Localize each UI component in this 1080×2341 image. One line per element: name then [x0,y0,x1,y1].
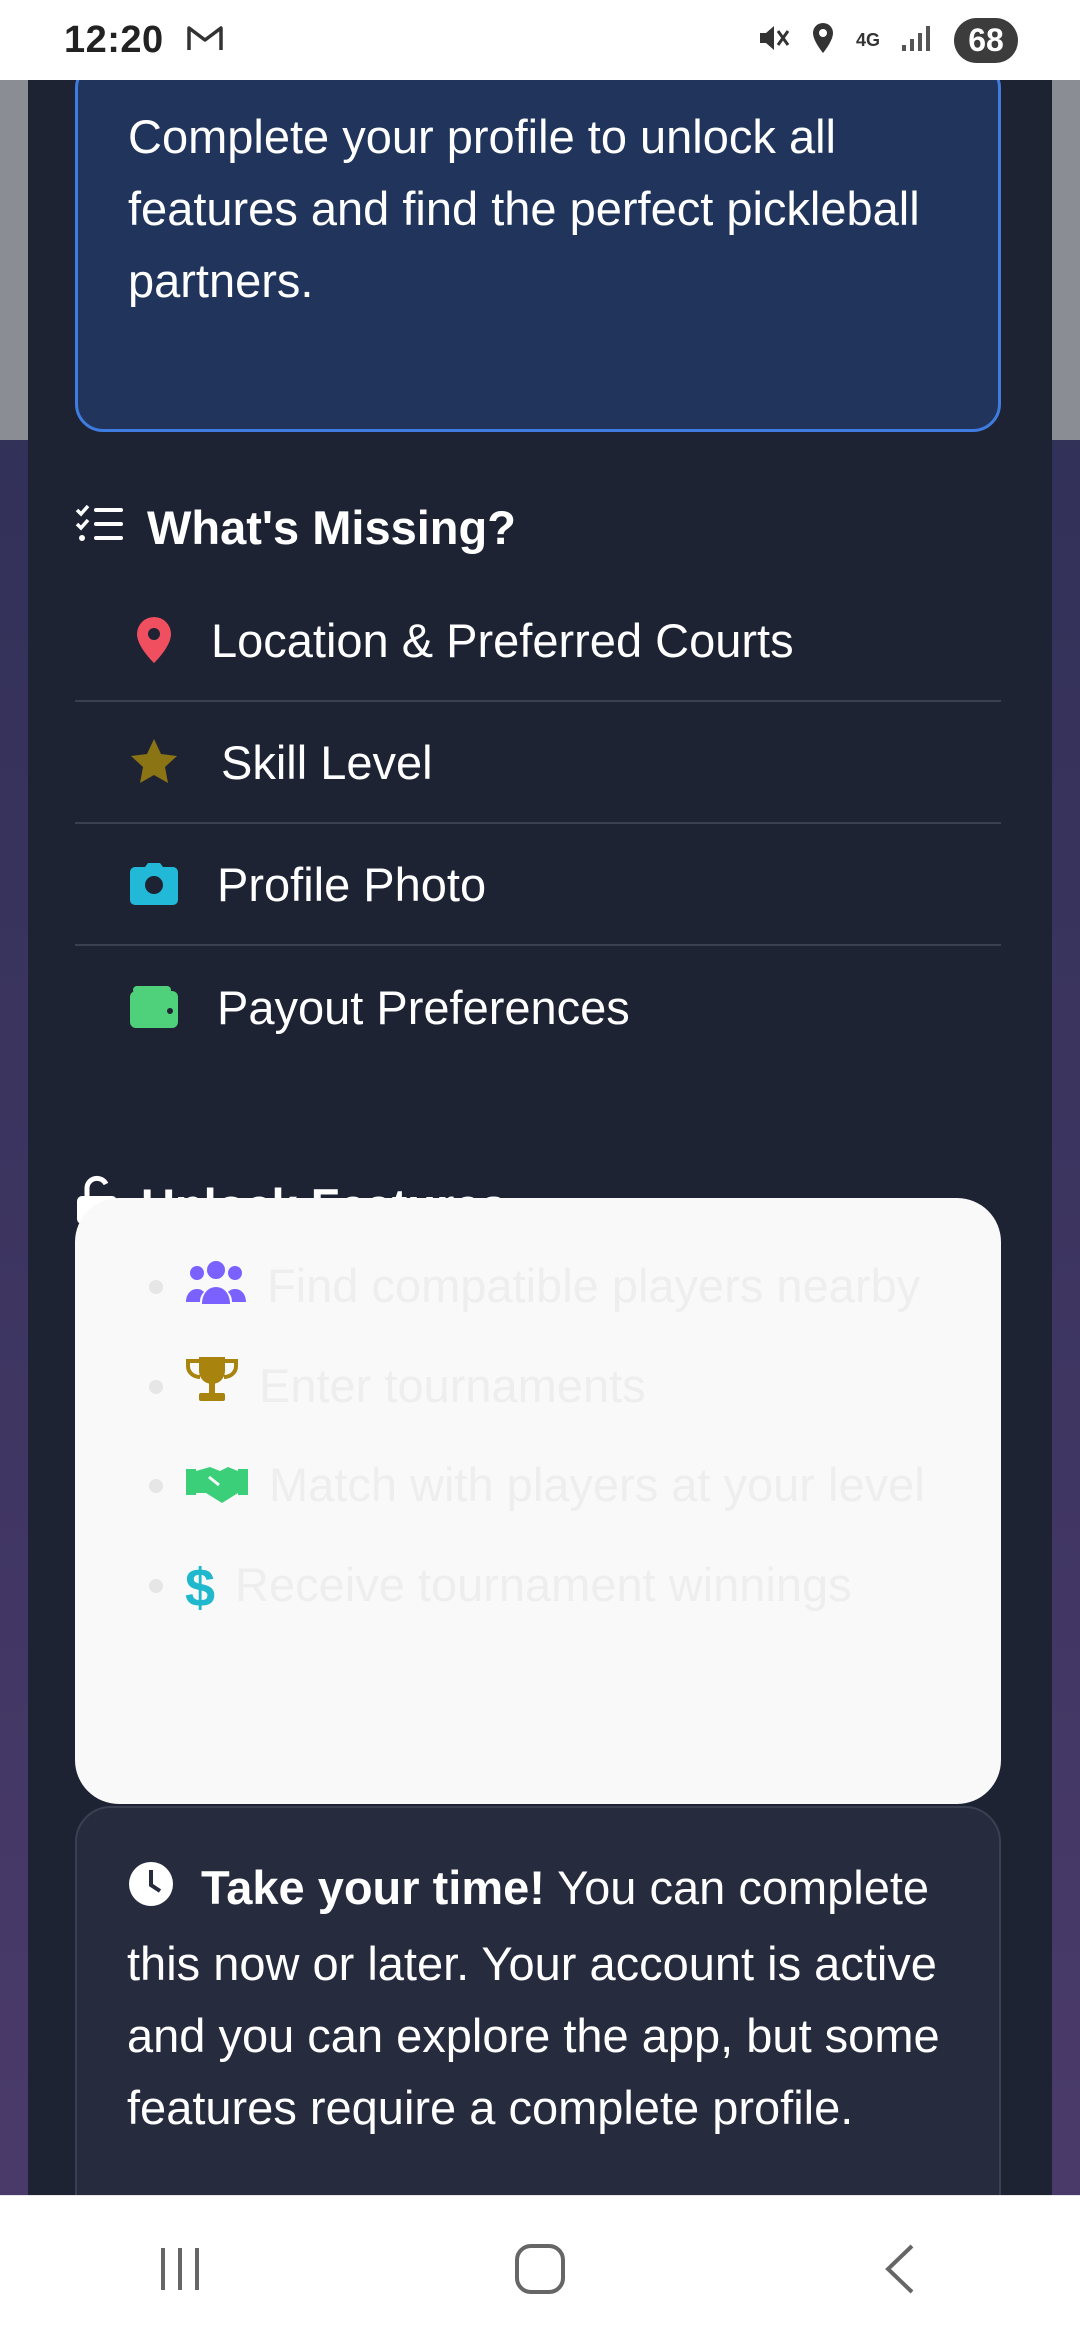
features-list: Find compatible players nearby Enter tou… [149,1250,945,1648]
take-your-time-text: Take your time! You can complete this no… [127,1852,967,2144]
map-pin-icon [119,615,189,665]
recent-apps-button[interactable] [80,2219,280,2319]
intro-callout: Complete your profile to unlock all feat… [75,80,1001,432]
dollar-icon: $ [185,1558,216,1619]
take-your-time-bold: Take your time! [201,1861,545,1914]
home-button[interactable] [440,2219,640,2319]
gmail-icon [186,23,224,58]
bullet [149,1578,163,1593]
intro-text: Complete your profile to unlock all feat… [128,110,920,307]
profile-completion-panel: Complete your profile to unlock all feat… [28,80,1052,2195]
location-icon [810,21,836,60]
bullet [149,1379,163,1394]
missing-list: Location & Preferred Courts Skill Level … [75,580,1001,1068]
clock-icon [127,1856,175,1928]
system-nav-bar [0,2195,1080,2341]
camera-icon [119,862,189,906]
handshake-icon [185,1453,249,1525]
feature-label: Enter tournaments [259,1358,646,1412]
feature-item: $ Receive tournament winnings [149,1549,945,1625]
feature-label: Find compatible players nearby [267,1259,921,1312]
missing-item-label: Profile Photo [217,857,487,911]
back-button[interactable] [800,2219,1000,2319]
feature-item: Match with players at your level [149,1449,945,1525]
home-icon [515,2243,565,2294]
status-bar: 12:20 4G 68 [0,0,1080,80]
mute-icon [756,21,790,60]
users-icon [185,1254,247,1326]
missing-item-label: Location & Preferred Courts [211,613,794,667]
missing-item-label: Skill Level [221,735,433,789]
signal-icon [900,23,934,58]
feature-label: Receive tournament winnings [235,1557,852,1611]
missing-item-location[interactable]: Location & Preferred Courts [75,580,1001,702]
features-card: Find compatible players nearby Enter tou… [75,1198,1001,1804]
missing-item-payout[interactable]: Payout Preferences [75,946,1001,1068]
missing-title: What's Missing? [147,501,516,554]
back-icon [885,2244,914,2293]
star-icon [119,737,189,787]
feature-label: Match with players at your level [269,1458,925,1512]
feature-item: Enter tournaments [149,1350,945,1426]
trophy-icon [185,1353,239,1425]
take-your-time-callout: Take your time! You can complete this no… [75,1806,1001,2195]
missing-item-label: Payout Preferences [217,980,630,1034]
missing-item-photo[interactable]: Profile Photo [75,824,1001,946]
missing-heading: What's Missing? [75,500,516,555]
feature-item: Find compatible players nearby [149,1250,945,1326]
network-type: 4G [855,29,880,50]
recent-apps-icon [161,2247,199,2290]
checklist-icon [75,500,125,555]
bullet [149,1280,163,1294]
bullet [149,1479,163,1494]
status-time: 12:20 [64,18,164,61]
battery-level: 68 [954,17,1018,63]
wallet-icon [119,985,189,1029]
missing-item-skill[interactable]: Skill Level [75,702,1001,824]
